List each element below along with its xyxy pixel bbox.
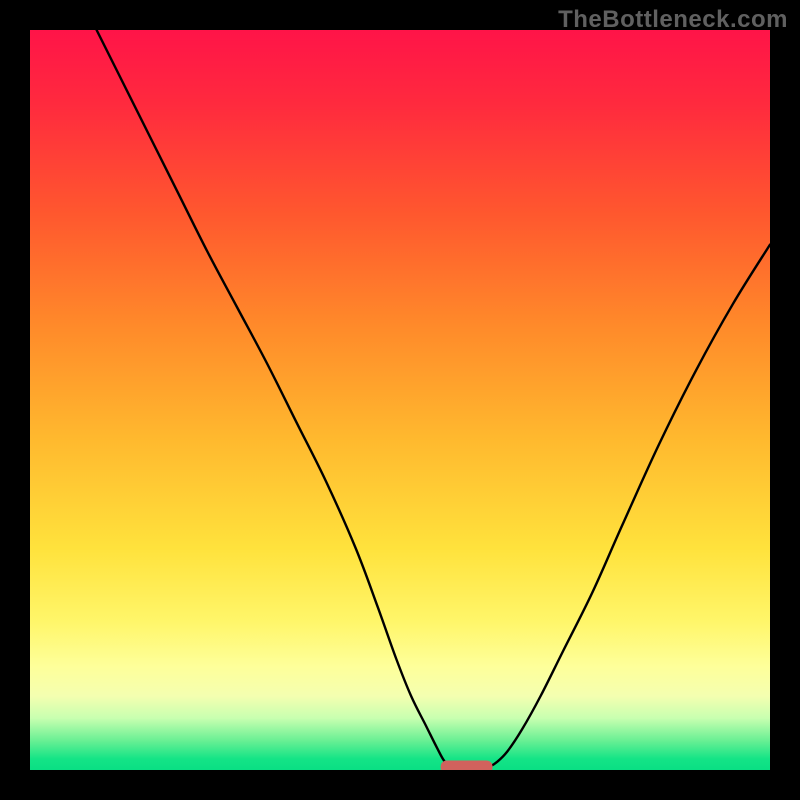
chart-background — [30, 30, 770, 770]
optimal-marker — [441, 761, 493, 770]
bottleneck-chart — [30, 30, 770, 770]
watermark-text: TheBottleneck.com — [558, 6, 788, 34]
chart-frame: TheBottleneck.com — [0, 0, 800, 800]
